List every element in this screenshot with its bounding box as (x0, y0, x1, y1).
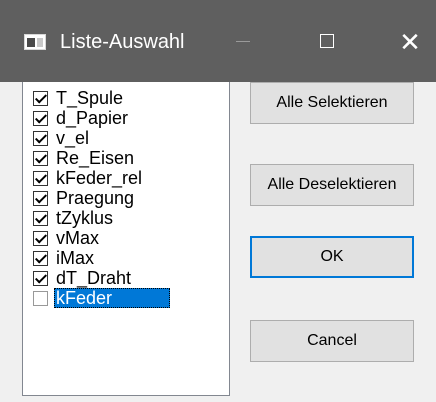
list-item-label: Re_Eisen (56, 148, 135, 168)
minimize-icon (236, 41, 250, 42)
checkbox[interactable] (33, 90, 48, 106)
list-item-label: kFeder_rel (56, 168, 143, 188)
checkbox[interactable] (33, 170, 48, 186)
checked-listbox[interactable]: T_Spule d_Papier v_el Re_Eisen kFeder_re… (22, 82, 230, 396)
deselect-all-button[interactable]: Alle Deselektieren (250, 164, 414, 206)
checkbox[interactable] (33, 110, 48, 126)
list-item-selected[interactable]: kFeder (23, 288, 229, 308)
cancel-button[interactable]: Cancel (250, 320, 414, 362)
checkbox[interactable] (33, 290, 48, 306)
checkbox[interactable] (33, 230, 48, 246)
close-icon: ✕ (399, 28, 421, 58)
maximize-icon (320, 34, 334, 48)
ok-button[interactable]: OK (250, 236, 414, 278)
list-item[interactable]: d_Papier (23, 108, 229, 128)
list-item[interactable]: v_el (23, 128, 229, 148)
title-bar[interactable]: Liste-Auswahl ✕ (0, 0, 436, 82)
app-window-icon (24, 34, 46, 50)
list-item-label: vMax (56, 228, 100, 248)
list-item[interactable]: Praegung (23, 188, 229, 208)
list-item[interactable]: Re_Eisen (23, 148, 229, 168)
checkbox[interactable] (33, 270, 48, 286)
list-item-label: dT_Draht (56, 268, 132, 288)
checkbox[interactable] (33, 130, 48, 146)
checkbox[interactable] (33, 210, 48, 226)
list-item-label: d_Papier (56, 108, 129, 128)
checkbox[interactable] (33, 250, 48, 266)
maximize-button[interactable] (308, 24, 348, 60)
checkbox[interactable] (33, 150, 48, 166)
list-item-label: Praegung (56, 188, 135, 208)
window-title: Liste-Auswahl (60, 31, 185, 53)
select-all-button[interactable]: Alle Selektieren (250, 82, 414, 124)
dialog-window: Liste-Auswahl ✕ T_Spule d_Papier v_el Re… (0, 0, 436, 402)
list-item[interactable]: kFeder_rel (23, 168, 229, 188)
checkbox[interactable] (33, 190, 48, 206)
list-item-label: T_Spule (56, 88, 124, 108)
list-item[interactable]: vMax (23, 228, 229, 248)
list-item-label: iMax (56, 248, 95, 268)
list-item[interactable]: T_Spule (23, 88, 229, 108)
list-item[interactable]: dT_Draht (23, 268, 229, 288)
list-item[interactable]: tZyklus (23, 208, 229, 228)
close-button[interactable]: ✕ (390, 24, 430, 60)
list-item-label: kFeder (54, 288, 170, 308)
minimize-button[interactable] (222, 24, 262, 60)
list-item-label: tZyklus (56, 208, 114, 228)
list-item-label: v_el (56, 128, 90, 148)
list-item[interactable]: iMax (23, 248, 229, 268)
